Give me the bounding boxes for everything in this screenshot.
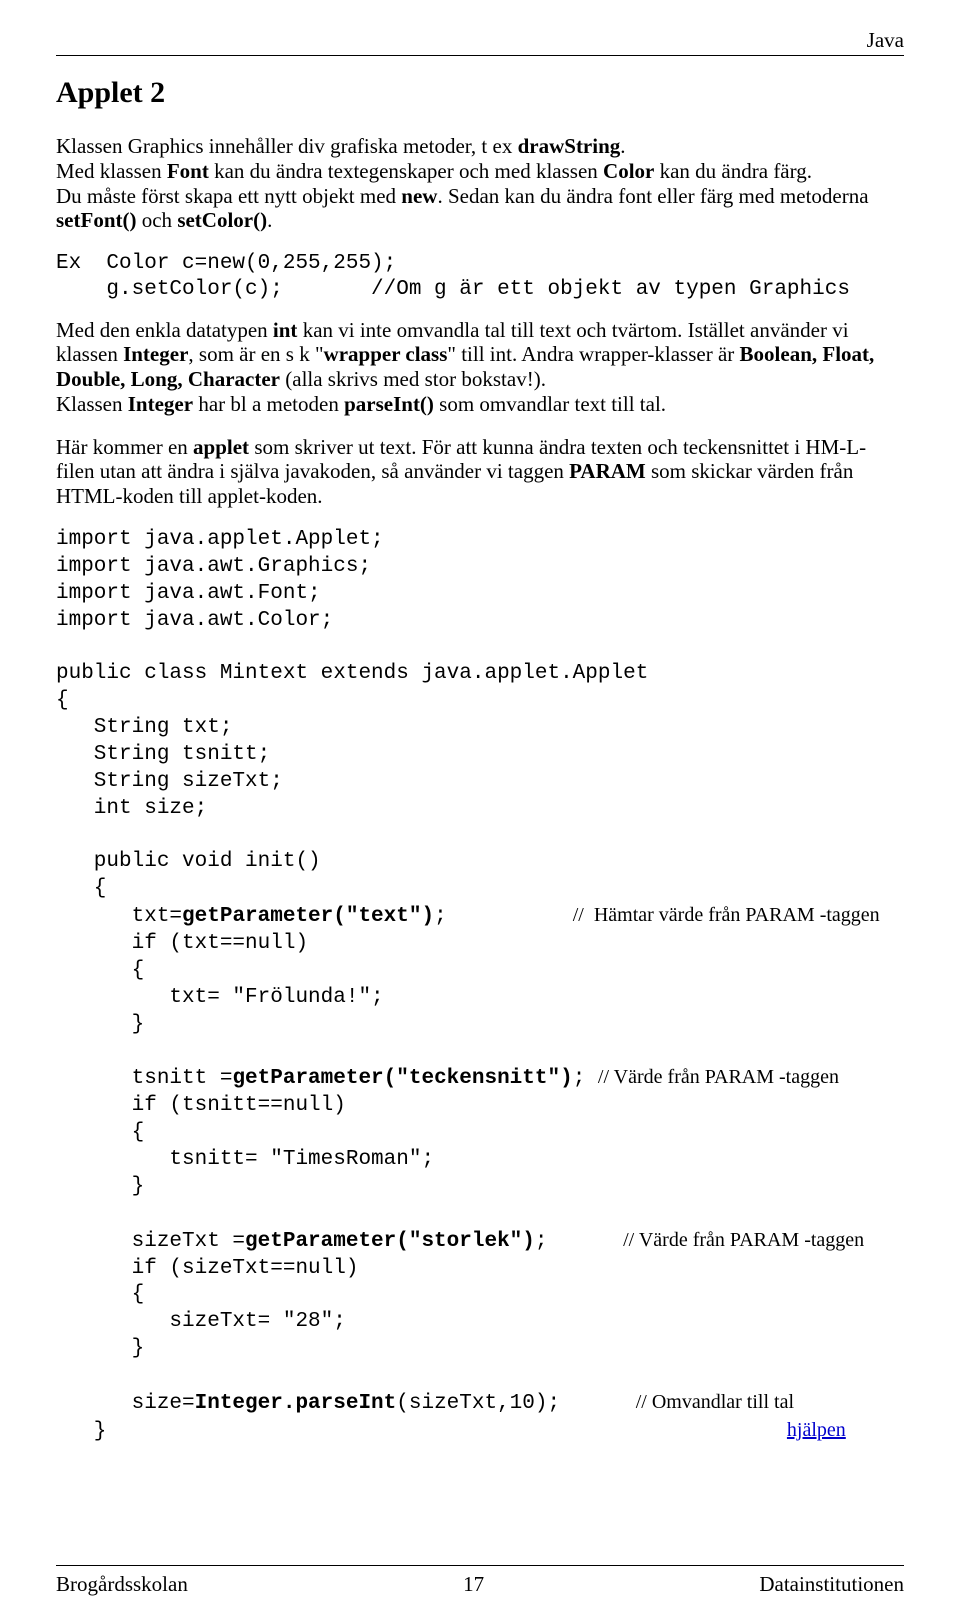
code-comment: // Värde från PARAM -taggen xyxy=(598,1066,839,1088)
header-topic: Java xyxy=(56,28,904,53)
code-line: String txt; xyxy=(56,715,904,742)
code-line: } hjälpen xyxy=(56,1418,904,1446)
footer-rule xyxy=(56,1565,904,1566)
code-comment: // Hämtar värde från PARAM -taggen xyxy=(573,904,880,926)
code-line: int size; xyxy=(56,796,904,823)
code-line: } xyxy=(56,1174,904,1201)
code-comment: // Värde från PARAM -taggen xyxy=(623,1229,864,1251)
code-line: txt=getParameter("text"); // Hämtar värd… xyxy=(56,903,904,931)
code-line: String sizeTxt; xyxy=(56,769,904,796)
example-code: Ex Color c=new(0,255,255); g.setColor(c)… xyxy=(56,251,904,304)
footer-left: Brogårdsskolan xyxy=(56,1572,188,1597)
code-line: sizeTxt =getParameter("storlek"); // Vär… xyxy=(56,1228,904,1256)
code-gap xyxy=(56,1363,904,1390)
code-line: tsnitt= "TimesRoman"; xyxy=(56,1147,904,1174)
code-line: { xyxy=(56,1120,904,1147)
code-block: import java.applet.Applet; import java.a… xyxy=(56,527,904,1446)
paragraph-2: Med den enkla datatypen int kan vi inte … xyxy=(56,318,904,417)
code-gap xyxy=(56,1201,904,1228)
footer-page-number: 17 xyxy=(463,1572,484,1597)
footer-right: Datainstitutionen xyxy=(759,1572,904,1597)
code-line: { xyxy=(56,876,904,903)
code-line: if (tsnitt==null) xyxy=(56,1093,904,1120)
paragraph-1: Klassen Graphics innehåller div grafiska… xyxy=(56,134,904,233)
code-line: } xyxy=(56,1012,904,1039)
page-title: Applet 2 xyxy=(56,76,904,110)
code-line: public void init() xyxy=(56,849,904,876)
code-comment: // Omvandlar till tal xyxy=(636,1391,794,1413)
code-line: if (sizeTxt==null) xyxy=(56,1256,904,1283)
page: Java Applet 2 Klassen Graphics innehålle… xyxy=(0,0,960,1617)
code-line: { xyxy=(56,688,904,715)
code-line: import java.applet.Applet; xyxy=(56,527,904,554)
code-gap xyxy=(56,634,904,661)
code-line: if (txt==null) xyxy=(56,931,904,958)
code-line: { xyxy=(56,1282,904,1309)
code-gap xyxy=(56,1039,904,1066)
code-line: import java.awt.Color; xyxy=(56,608,904,635)
code-line: { xyxy=(56,958,904,985)
code-line: public class Mintext extends java.applet… xyxy=(56,661,904,688)
code-line: String tsnitt; xyxy=(56,742,904,769)
paragraph-3: Här kommer en applet som skriver ut text… xyxy=(56,435,904,509)
code-line: import java.awt.Graphics; xyxy=(56,554,904,581)
code-line: size=Integer.parseInt(sizeTxt,10); // Om… xyxy=(56,1390,904,1418)
header-rule xyxy=(56,55,904,56)
code-line: import java.awt.Font; xyxy=(56,581,904,608)
code-line: sizeTxt= "28"; xyxy=(56,1309,904,1336)
footer-area: Brogårdsskolan 17 Datainstitutionen xyxy=(56,1565,904,1597)
code-line: tsnitt =getParameter("teckensnitt"); // … xyxy=(56,1065,904,1093)
help-link[interactable]: hjälpen xyxy=(787,1419,846,1441)
code-gap xyxy=(56,823,904,850)
code-line: } xyxy=(56,1336,904,1363)
code-line: txt= "Frölunda!"; xyxy=(56,985,904,1012)
